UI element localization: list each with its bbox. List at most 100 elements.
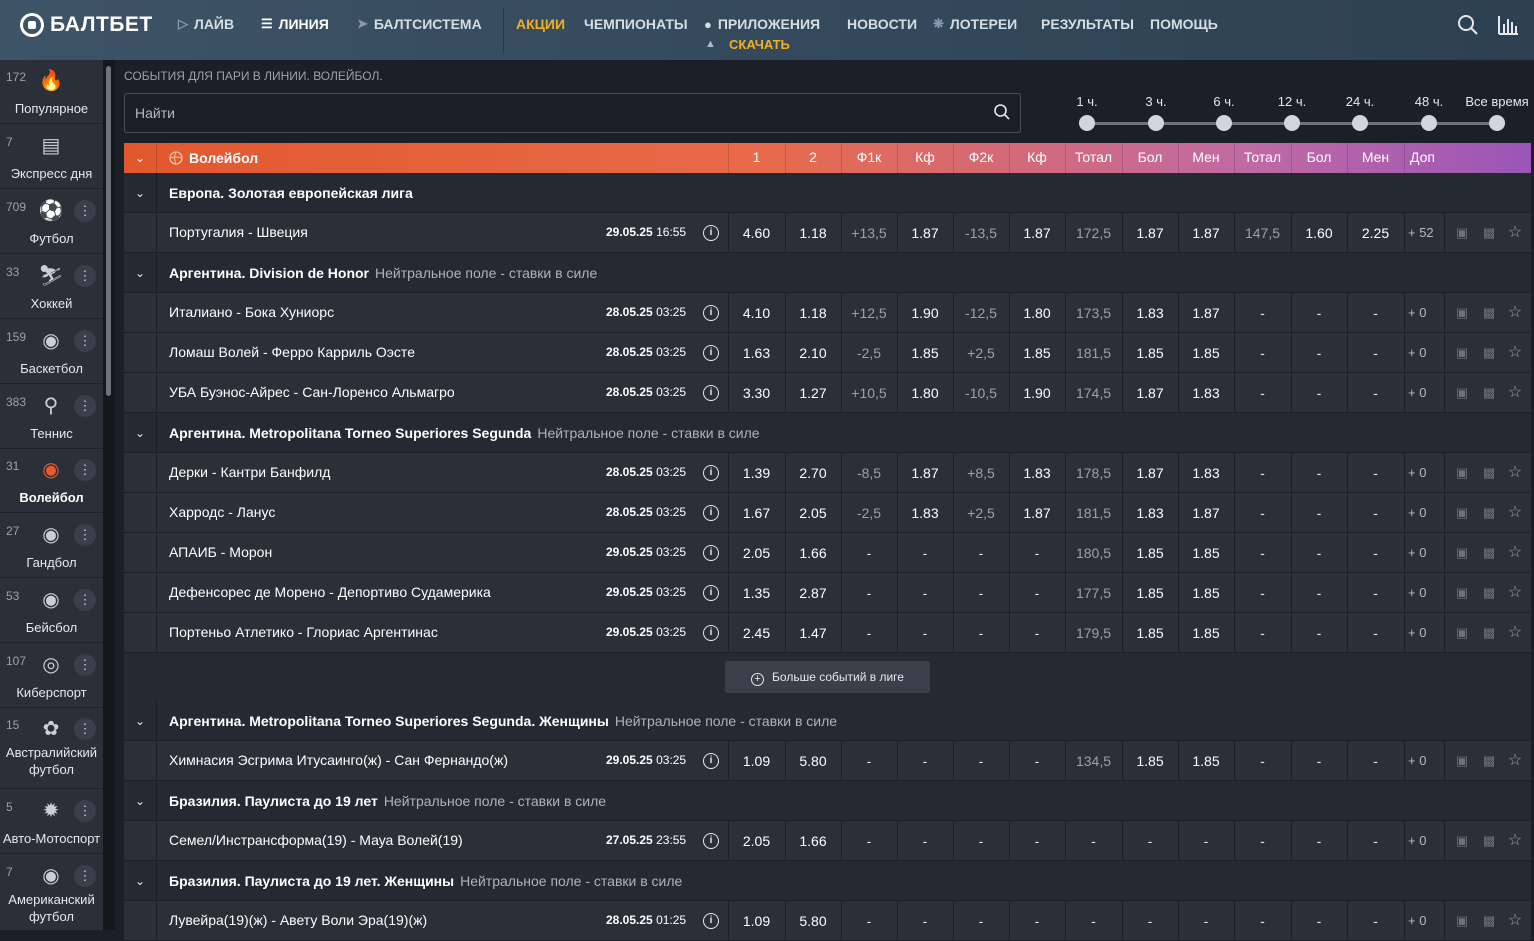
more-markets-link[interactable]: + 0	[1404, 493, 1444, 533]
event-name[interactable]: Портеньо Атлетико - Глориас Аргентинас	[169, 624, 438, 640]
more-options-icon[interactable]: ⋮	[74, 589, 96, 611]
odds-cell[interactable]: 1.47	[785, 613, 841, 653]
time-filter-label[interactable]: 48 ч.	[1415, 94, 1443, 109]
odds-cell[interactable]: 1.83	[1122, 293, 1178, 333]
odds-cell[interactable]: 1.67	[728, 493, 785, 533]
stats-icon[interactable]: ▩	[1481, 225, 1497, 241]
favorite-star-icon[interactable]: ☆	[1507, 913, 1523, 929]
info-icon[interactable]: i	[703, 545, 719, 561]
odds-cell[interactable]: 147,5	[1234, 213, 1291, 253]
event-row[interactable]: Харродс - Ланус 28.05.25 03:25 i 1.67 2.05 -2…	[124, 493, 1531, 533]
stats-icon[interactable]: ▩	[1481, 585, 1497, 601]
odds-cell[interactable]: 3.30	[728, 373, 785, 413]
odds-cell[interactable]: 1.85	[1122, 533, 1178, 573]
more-options-icon[interactable]: ⋮	[74, 800, 96, 822]
sidebar-item-wheel[interactable]: 5 ✹ ⋮ Авто-Мотоспорт	[0, 790, 103, 854]
odds-cell[interactable]: 1.66	[785, 821, 841, 861]
nav-lotteries[interactable]: ❋ ЛОТЕРЕИ	[933, 16, 1017, 32]
info-icon[interactable]: i	[703, 225, 719, 241]
odds-cell[interactable]: 181,5	[1065, 493, 1122, 533]
odds-cell[interactable]: 1.83	[1009, 453, 1065, 493]
odds-cell[interactable]: 1.85	[1122, 573, 1178, 613]
favorite-star-icon[interactable]: ☆	[1507, 585, 1523, 601]
time-filter-label[interactable]: 1 ч.	[1076, 94, 1097, 109]
favorite-star-icon[interactable]: ☆	[1507, 625, 1523, 641]
odds-cell[interactable]: 2.05	[785, 493, 841, 533]
chevron-down-icon[interactable]: ⌄	[124, 253, 157, 293]
favorite-star-icon[interactable]: ☆	[1507, 753, 1523, 769]
info-icon[interactable]: i	[703, 305, 719, 321]
odds-cell[interactable]: +8,5	[953, 453, 1009, 493]
tv-icon[interactable]: ▣	[1454, 465, 1470, 481]
odds-cell[interactable]: 2.25	[1347, 213, 1404, 253]
more-options-icon[interactable]: ⋮	[74, 459, 96, 481]
tv-icon[interactable]: ▣	[1454, 753, 1470, 769]
odds-cell[interactable]: -2,5	[841, 493, 897, 533]
sidebar-item-esports[interactable]: 107 ◎ ⋮ Киберспорт	[0, 644, 103, 708]
league-row[interactable]: ⌄ Европа. Золотая европейская лига	[124, 173, 1531, 213]
odds-cell[interactable]: 2.87	[785, 573, 841, 613]
time-filter-slider[interactable]: 1 ч. 3 ч. 6 ч. 12 ч. 24 ч. 48 ч. Все время	[1075, 90, 1529, 131]
sidebar-item-fire[interactable]: 172 🔥 Популярное	[0, 60, 103, 124]
time-filter-label[interactable]: 6 ч.	[1213, 94, 1234, 109]
more-options-icon[interactable]: ⋮	[74, 654, 96, 676]
nav-apps[interactable]: ● ПРИЛОЖЕНИЯ	[704, 16, 820, 32]
odds-cell[interactable]: 2.10	[785, 333, 841, 373]
info-icon[interactable]: i	[703, 505, 719, 521]
sidebar-item-handball[interactable]: 27 ◉ ⋮ Гандбол	[0, 514, 103, 578]
event-row[interactable]: Семел/Инстрансформа(19) - Мауа Волей(19)…	[124, 821, 1531, 861]
odds-cell[interactable]: 2.70	[785, 453, 841, 493]
odds-cell[interactable]: 4.10	[728, 293, 785, 333]
more-options-icon[interactable]: ⋮	[74, 395, 96, 417]
odds-cell[interactable]: +2,5	[953, 493, 1009, 533]
favorite-star-icon[interactable]: ☆	[1507, 833, 1523, 849]
nav-championships[interactable]: ЧЕМПИОНАТЫ	[584, 16, 688, 32]
odds-cell[interactable]: 177,5	[1065, 573, 1122, 613]
favorite-star-icon[interactable]: ☆	[1507, 225, 1523, 241]
league-row[interactable]: ⌄ Аргентина. Metropolitana Torneo Superio…	[124, 413, 1531, 453]
tv-icon[interactable]: ▣	[1454, 585, 1470, 601]
tv-icon[interactable]: ▣	[1454, 305, 1470, 321]
odds-cell[interactable]: 1.39	[728, 453, 785, 493]
chevron-down-icon[interactable]: ⌄	[124, 701, 157, 741]
chevron-down-icon[interactable]: ⌄	[124, 861, 157, 901]
chevron-down-icon[interactable]: ⌄	[124, 413, 157, 453]
odds-cell[interactable]: 1.83	[897, 493, 953, 533]
nav-live[interactable]: ▷ ЛАЙВ	[178, 16, 234, 32]
statistics-icon[interactable]	[1496, 14, 1520, 38]
nav-download[interactable]: СКАЧАТЬ	[729, 37, 790, 52]
favorite-star-icon[interactable]: ☆	[1507, 345, 1523, 361]
nav-help[interactable]: ПОМОЩЬ	[1150, 16, 1218, 32]
odds-cell[interactable]: 1.85	[1178, 741, 1234, 781]
odds-cell[interactable]: 181,5	[1065, 333, 1122, 373]
odds-cell[interactable]: -2,5	[841, 333, 897, 373]
odds-cell[interactable]: 2.45	[728, 613, 785, 653]
odds-cell[interactable]: +12,5	[841, 293, 897, 333]
time-filter-label[interactable]: 24 ч.	[1346, 94, 1374, 109]
event-name[interactable]: Харродс - Ланус	[169, 504, 275, 520]
odds-cell[interactable]: 180,5	[1065, 533, 1122, 573]
stats-icon[interactable]: ▩	[1481, 545, 1497, 561]
odds-cell[interactable]: 1.27	[785, 373, 841, 413]
stats-icon[interactable]: ▩	[1481, 345, 1497, 361]
more-options-icon[interactable]: ⋮	[74, 330, 96, 352]
sidebar-item-american-football[interactable]: 7 ◉ ⋮ Американский футбол	[0, 855, 103, 930]
sidebar-item-aussie-football[interactable]: 15 ✿ ⋮ Австралийский футбол	[0, 708, 103, 789]
event-row[interactable]: Ломаш Волей - Ферро Карриль Оэсте 28.05.2…	[124, 333, 1531, 373]
stats-icon[interactable]: ▩	[1481, 913, 1497, 929]
league-row[interactable]: ⌄ Аргентина. Division de Honor Нейтральное…	[124, 253, 1531, 293]
odds-cell[interactable]: 172,5	[1065, 213, 1122, 253]
odds-cell[interactable]: 1.83	[1178, 373, 1234, 413]
time-filter-stop[interactable]	[1216, 115, 1232, 131]
odds-cell[interactable]: 1.66	[785, 533, 841, 573]
more-markets-link[interactable]: + 0	[1404, 453, 1444, 493]
sidebar-item-volleyball[interactable]: 31 ◉ ⋮ Волейбол	[0, 449, 103, 513]
event-name[interactable]: Химнасия Эсгрима Итусаинго(ж) - Сан Ферн…	[169, 752, 508, 768]
favorite-star-icon[interactable]: ☆	[1507, 465, 1523, 481]
odds-cell[interactable]: 1.85	[1009, 333, 1065, 373]
tv-icon[interactable]: ▣	[1454, 625, 1470, 641]
event-name[interactable]: АПАИБ - Морон	[169, 544, 272, 560]
more-markets-link[interactable]: + 52	[1404, 213, 1444, 253]
sidebar-item-basketball[interactable]: 159 ◉ ⋮ Баскетбол	[0, 320, 103, 384]
sidebar-item-football[interactable]: 709 ⚽ ⋮ Футбол	[0, 190, 103, 254]
